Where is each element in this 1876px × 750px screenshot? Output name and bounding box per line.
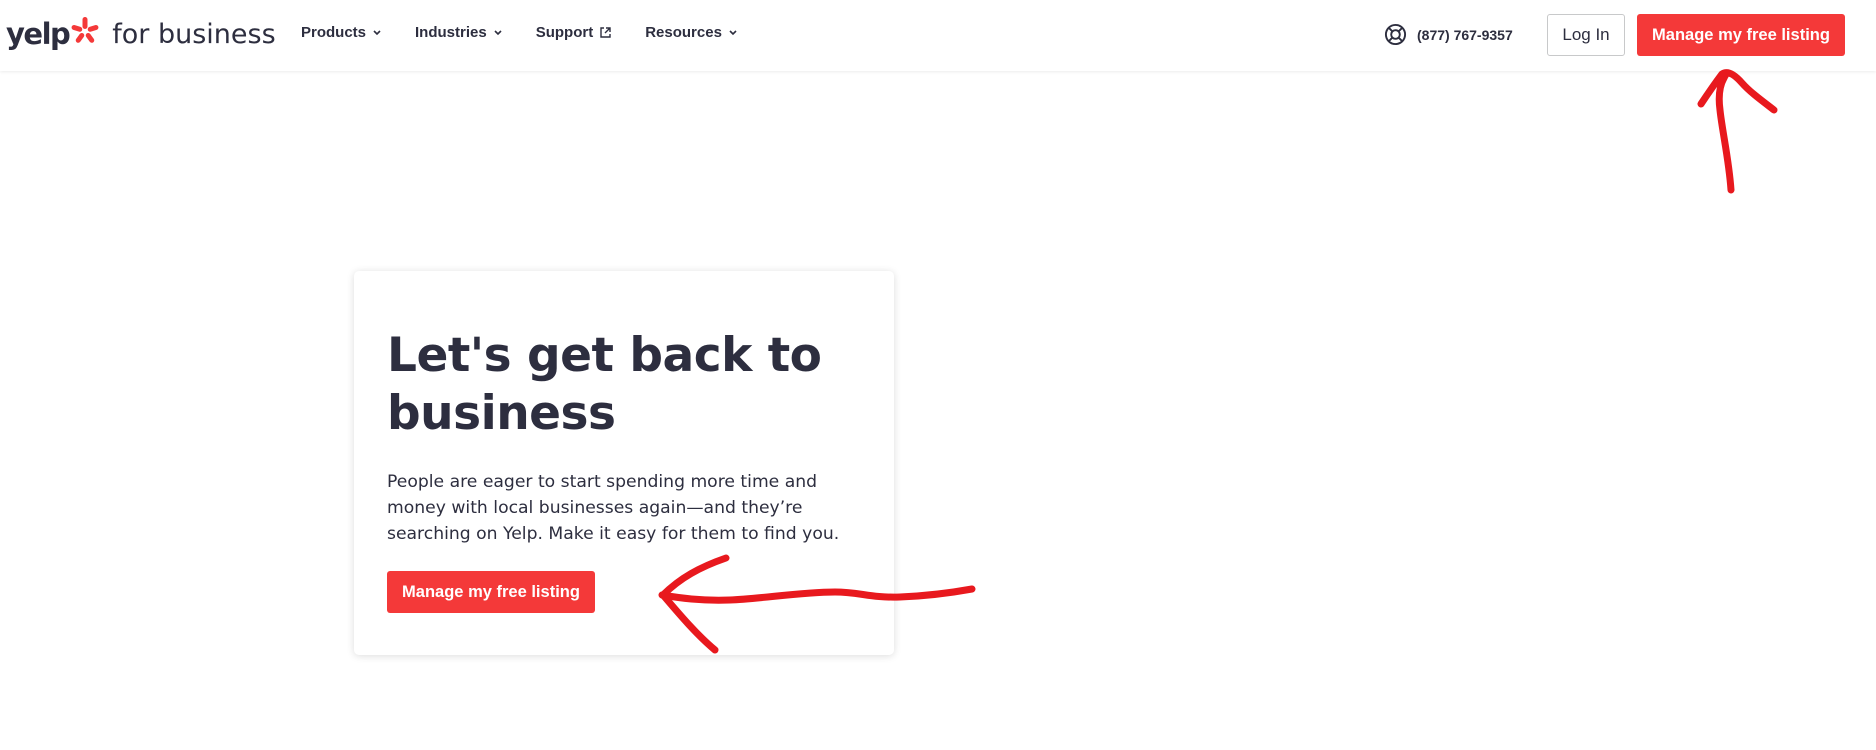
main-nav: Products Industries Support Resources — [301, 24, 771, 41]
phone-contact[interactable]: (877) 767-9357 — [1384, 23, 1513, 46]
yelp-for-business-logo[interactable]: yelp for business — [6, 14, 276, 54]
login-button[interactable]: Log In — [1547, 14, 1625, 56]
phone-number: (877) 767-9357 — [1417, 26, 1513, 43]
chevron-down-icon — [494, 30, 502, 36]
hero-card: Let's get back to business People are ea… — [354, 271, 894, 655]
arrow-up-head-annotation — [1697, 69, 1778, 114]
hero-description: People are eager to start spending more … — [387, 472, 840, 544]
lifebuoy-icon — [1384, 23, 1407, 46]
manage-listing-button-hero[interactable]: Manage my free listing — [387, 571, 595, 613]
annotation-arrows — [658, 69, 1778, 654]
nav-item-support[interactable]: Support — [536, 24, 613, 41]
chevron-down-icon — [373, 30, 381, 36]
logo-suffix: for business — [112, 18, 276, 50]
arrow-up-annotation — [1715, 69, 1735, 194]
nav-item-industries[interactable]: Industries — [415, 24, 503, 41]
external-link-icon — [600, 27, 611, 38]
yelp-burst-icon — [71, 17, 99, 43]
nav-item-label: Support — [535, 24, 594, 41]
nav-item-label: Resources — [645, 24, 722, 41]
nav-item-label: Industries — [415, 24, 487, 41]
nav-item-products[interactable]: Products — [301, 24, 382, 41]
hero-title: Let's get back to business — [387, 328, 822, 441]
nav-item-resources[interactable]: Resources — [645, 24, 738, 41]
chevron-down-icon — [729, 30, 737, 36]
manage-listing-button-header[interactable]: Manage my free listing — [1637, 14, 1845, 56]
logo-wordmark: yelp — [6, 17, 71, 51]
site-header: yelp for business Products Industries Su… — [0, 0, 1876, 71]
nav-item-label: Products — [301, 24, 367, 41]
